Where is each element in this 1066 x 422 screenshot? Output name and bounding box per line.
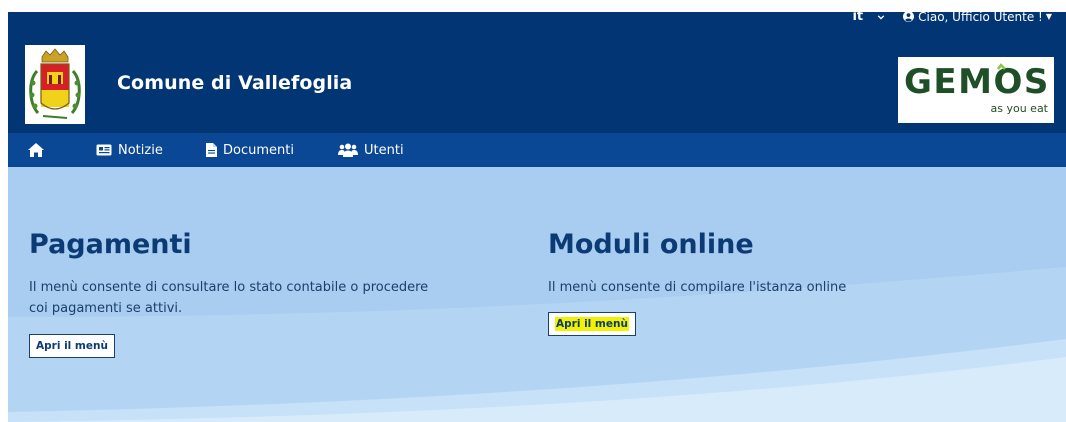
- user-menu[interactable]: Ciao, Ufficio Utente !: [918, 10, 1043, 24]
- svg-text:as you eat: as you eat: [991, 102, 1049, 115]
- svg-text:GEMOS: GEMOS: [904, 62, 1050, 102]
- nav-item-label: Utenti: [364, 142, 404, 158]
- municipality-crest-logo: [25, 45, 85, 124]
- button-label: Apri il menù: [36, 340, 108, 352]
- nav-item-utenti[interactable]: Utenti: [338, 133, 404, 167]
- home-icon[interactable]: [27, 142, 45, 158]
- site-header: it Ciao, Ufficio Utente ! ▼ Comune di Va…: [8, 9, 1066, 133]
- nav-item-label: Notizie: [118, 142, 163, 158]
- document-icon: [206, 143, 217, 157]
- nav-item-label: Documenti: [223, 142, 294, 158]
- nav-item-documenti[interactable]: Documenti: [206, 133, 294, 167]
- nav-home[interactable]: [27, 133, 51, 167]
- pagamenti-open-menu-button[interactable]: Apri il menù: [29, 334, 115, 358]
- pagamenti-description: Il menù consente di consultare lo stato …: [29, 280, 429, 316]
- button-label: Apri il menù: [555, 317, 629, 331]
- pagamenti-title: Pagamenti: [29, 229, 192, 260]
- caret-down-icon[interactable]: ▼: [1046, 12, 1052, 21]
- users-icon: [338, 143, 358, 157]
- moduli-online-description: Il menù consente di compilare l'istanza …: [548, 280, 847, 295]
- moduli-online-open-menu-button[interactable]: Apri il menù: [548, 312, 636, 336]
- language-selector[interactable]: it: [852, 9, 863, 24]
- main-navigation: Notizie Documenti Utenti: [8, 133, 1066, 167]
- moduli-online-title: Moduli online: [548, 229, 754, 260]
- chevron-down-icon[interactable]: [877, 13, 885, 21]
- gemos-brand-logo: GEMOS as you eat: [898, 57, 1054, 123]
- hero-section: Pagamenti Il menù consente di consultare…: [8, 167, 1066, 422]
- nav-item-notizie[interactable]: Notizie: [96, 133, 163, 167]
- header-utility-bar: it Ciao, Ufficio Utente ! ▼: [852, 9, 1052, 24]
- newspaper-icon: [96, 144, 112, 156]
- user-icon: [903, 11, 915, 22]
- municipality-title[interactable]: Comune di Vallefoglia: [117, 72, 352, 94]
